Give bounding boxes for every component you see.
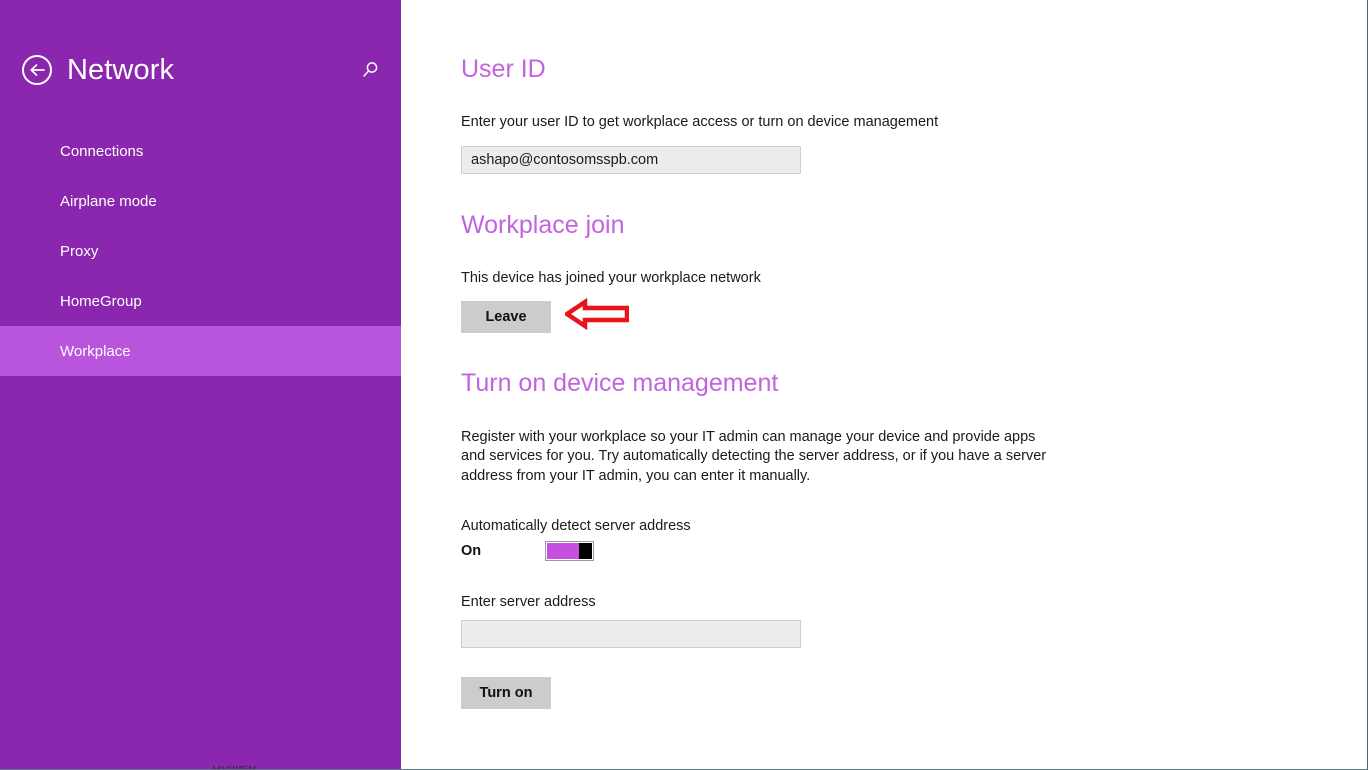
auto-detect-toggle[interactable] [545, 541, 594, 562]
user-id-description: Enter your user ID to get workplace acce… [461, 113, 939, 130]
toggle-state-label: On [461, 543, 482, 560]
leave-button[interactable]: Leave [461, 300, 551, 333]
server-address-input[interactable] [461, 620, 801, 649]
back-arrow-circle-icon[interactable] [22, 55, 52, 85]
sidebar-item-workplace[interactable]: Workplace [0, 326, 401, 376]
workplace-join-heading: Workplace join [461, 211, 625, 240]
sidebar-item-label: Proxy [60, 242, 99, 260]
sidebar-item-connections[interactable]: Connections [0, 126, 401, 176]
sidebar-nav: Connections Airplane mode Proxy HomeGrou… [0, 126, 401, 376]
sidebar-item-proxy[interactable]: Proxy [0, 226, 401, 276]
server-address-label: Enter server address [461, 594, 596, 611]
user-id-heading: User ID [461, 55, 546, 83]
sidebar: Network Connections Airplane mode Proxy … [0, 0, 401, 770]
sidebar-item-label: HomeGroup [60, 292, 142, 310]
toggle-thumb[interactable] [579, 543, 592, 560]
content-panel: User ID Enter your user ID to get workpl… [401, 0, 1367, 770]
device-management-heading: Turn on device management [461, 369, 779, 398]
sidebar-header: Network [0, 42, 401, 98]
device-management-description: Register with your workplace so your IT … [461, 428, 1047, 484]
sidebar-item-label: Airplane mode [60, 192, 157, 210]
turn-on-button[interactable]: Turn on [461, 677, 551, 710]
sidebar-item-label: Workplace [60, 342, 131, 360]
sidebar-item-airplane-mode[interactable]: Airplane mode [0, 176, 401, 226]
user-id-input[interactable] [461, 146, 801, 175]
auto-detect-label: Automatically detect server address [461, 518, 691, 535]
settings-window: Network Connections Airplane mode Proxy … [0, 0, 1368, 770]
turn-on-button-row: Turn on [461, 677, 1367, 710]
workplace-join-status: This device has joined your workplace ne… [461, 269, 761, 286]
search-icon[interactable] [357, 57, 383, 83]
leave-button-row: Leave [461, 297, 1367, 335]
sidebar-item-label: Connections [60, 142, 144, 160]
sidebar-item-homegroup[interactable]: HomeGroup [0, 276, 401, 326]
page-title: Network [67, 53, 175, 86]
toggle-track [547, 543, 579, 560]
left-arrow-annotation-icon [562, 297, 630, 335]
auto-detect-toggle-row: On [461, 540, 1367, 562]
